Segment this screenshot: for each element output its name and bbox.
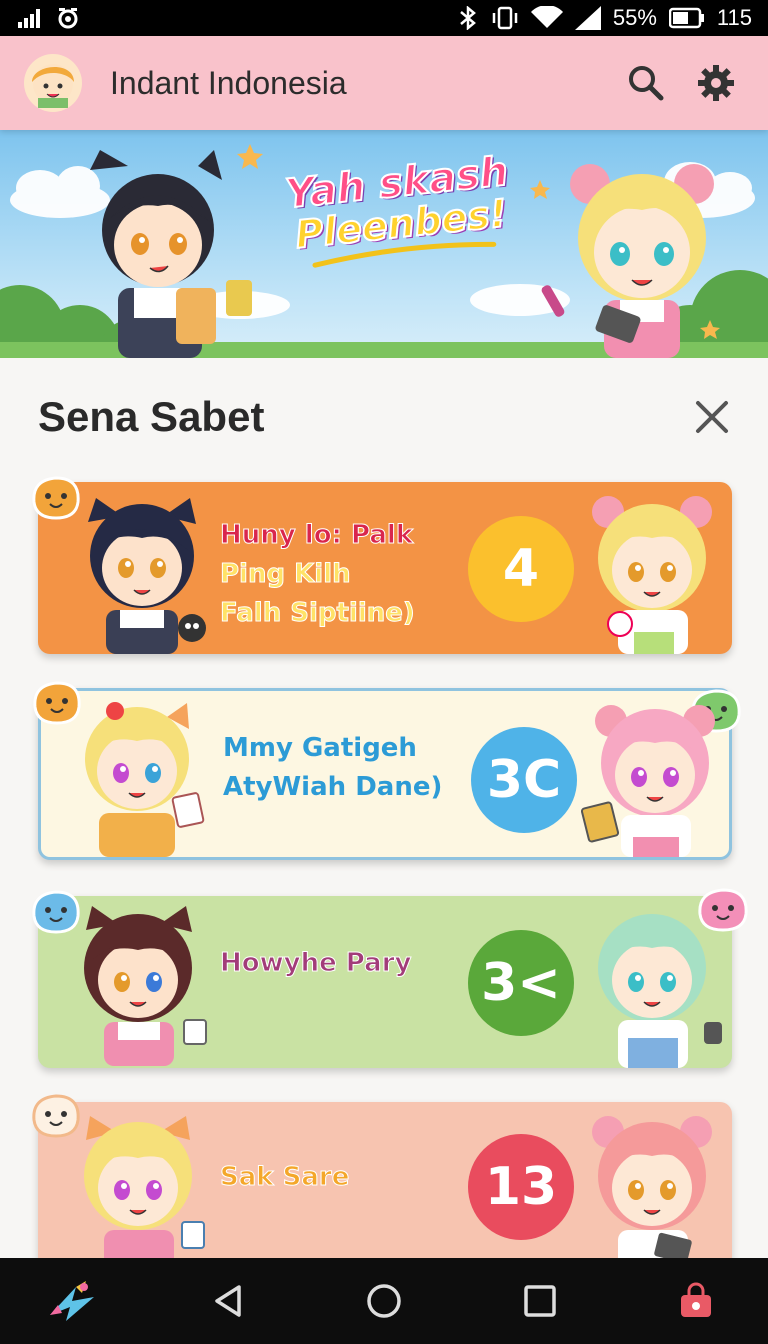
card-title: Huny lo: Palk Ping Kilh Falh Siptiine) bbox=[220, 516, 460, 633]
recents-icon bbox=[524, 1285, 556, 1317]
card-title-line: Falh Siptiine) bbox=[220, 598, 416, 629]
wifi-icon bbox=[530, 6, 563, 30]
list-card[interactable]: Howyhe Pary 3< bbox=[32, 888, 748, 1068]
battery-percent: 55% bbox=[612, 5, 657, 30]
alarm-icon bbox=[56, 6, 80, 30]
card-title-line: Ping Kilh bbox=[220, 559, 352, 590]
system-nav-bar bbox=[0, 1258, 768, 1344]
section-title: Sena Sabet bbox=[38, 393, 265, 440]
app-avatar[interactable] bbox=[24, 54, 82, 112]
card-title-line: Sak Sare bbox=[219, 1162, 350, 1193]
card-title-line: Mmy Gatigeh bbox=[223, 733, 417, 763]
card-character-left bbox=[84, 1116, 205, 1274]
app-shortcut-button[interactable] bbox=[40, 1269, 104, 1333]
count-badge: 3C bbox=[471, 727, 577, 833]
back-button[interactable] bbox=[196, 1269, 260, 1333]
close-button[interactable] bbox=[690, 395, 734, 439]
card-title: Howyhe Pary bbox=[219, 944, 460, 983]
card-title-line: Howyhe Pary bbox=[219, 948, 412, 979]
signal-icon bbox=[18, 8, 44, 28]
close-icon bbox=[696, 401, 728, 433]
status-right: 55% 115 bbox=[457, 5, 752, 31]
list-card[interactable]: Huny lo: Palk Ping Kilh Falh Siptiine) 4 bbox=[32, 476, 732, 654]
count-badge: 3< bbox=[468, 930, 574, 1036]
card-title: Mmy Gatigeh AtyWiah Dane) bbox=[223, 729, 463, 807]
app-title: Indant Indonesia bbox=[110, 64, 347, 101]
search-icon bbox=[629, 66, 664, 101]
home-button[interactable] bbox=[352, 1269, 416, 1333]
avatar-character-icon bbox=[32, 64, 74, 108]
search-button[interactable] bbox=[618, 55, 674, 111]
card-character-right bbox=[598, 914, 722, 1068]
list-card[interactable]: Sak Sare 13 bbox=[32, 1094, 732, 1274]
status-bar: 55% 115 bbox=[0, 0, 768, 36]
settings-button[interactable] bbox=[688, 55, 744, 111]
card-title: Sak Sare bbox=[219, 1158, 460, 1197]
shop-bag-icon bbox=[681, 1282, 711, 1317]
section-header: Sena Sabet bbox=[0, 358, 768, 476]
card-character-left bbox=[84, 906, 207, 1066]
card-character-right bbox=[592, 1116, 712, 1274]
status-left bbox=[18, 6, 80, 30]
home-icon bbox=[367, 1284, 401, 1318]
card-character-right bbox=[581, 705, 715, 857]
status-number: 115 bbox=[716, 5, 752, 30]
app-logo-icon bbox=[50, 1281, 94, 1321]
card-title-line: AtyWiah Dane) bbox=[223, 772, 443, 802]
bluetooth-icon bbox=[457, 6, 479, 30]
gear-icon bbox=[698, 65, 734, 101]
shop-button[interactable] bbox=[664, 1269, 728, 1333]
card-character-left bbox=[88, 498, 206, 654]
recents-button[interactable] bbox=[508, 1269, 572, 1333]
cell-signal-icon bbox=[574, 6, 601, 30]
count-badge: 4 bbox=[468, 516, 574, 622]
hero-banner[interactable]: Yah skash Pleenbes! bbox=[0, 130, 768, 358]
screen: 55% 115 Indant Indonesia Yah skash Pleen… bbox=[0, 0, 768, 1344]
battery-icon bbox=[668, 7, 705, 29]
back-icon bbox=[215, 1285, 241, 1317]
app-bar: Indant Indonesia bbox=[0, 36, 768, 130]
count-badge: 13 bbox=[468, 1134, 574, 1240]
vibrate-icon bbox=[491, 6, 519, 30]
card-character-left bbox=[85, 702, 205, 857]
card-title-line: Huny lo: Palk bbox=[220, 520, 414, 551]
list-card[interactable]: Mmy Gatigeh AtyWiah Dane) 3C bbox=[33, 681, 741, 860]
card-character-right bbox=[592, 496, 712, 654]
